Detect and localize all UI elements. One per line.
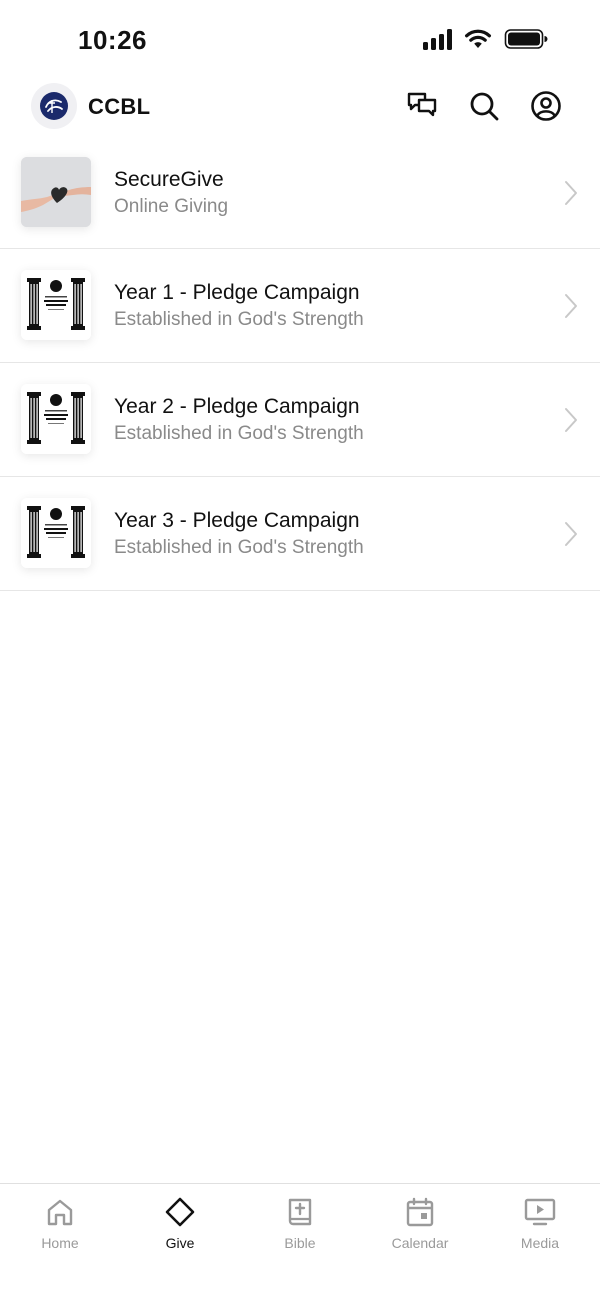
chevron-right-icon — [565, 181, 577, 205]
diamond-icon — [164, 1196, 196, 1228]
chat-button[interactable] — [406, 90, 438, 122]
bible-icon — [284, 1196, 316, 1228]
app-title: CCBL — [88, 94, 151, 119]
ccbl-logo — [31, 83, 77, 129]
app-header: CCBL — [0, 80, 600, 136]
search-button[interactable] — [468, 90, 500, 122]
account-icon — [531, 91, 561, 121]
item-subtitle: Online Giving — [114, 196, 229, 217]
securegive-thumbnail — [21, 157, 91, 227]
item-title: SecureGive — [114, 168, 224, 191]
wifi-icon — [465, 29, 491, 48]
list-item[interactable]: Year 2 - Pledge Campaign Established in … — [0, 363, 600, 477]
tab-label: Calendar — [391, 1235, 449, 1251]
tab-home[interactable]: Home — [0, 1184, 120, 1300]
item-title: Year 3 - Pledge Campaign — [114, 509, 360, 532]
tab-give[interactable]: Give — [120, 1184, 240, 1300]
chevron-right-icon — [565, 408, 577, 432]
pledge-campaign-thumbnail — [21, 384, 91, 454]
tab-media[interactable]: Media — [480, 1184, 600, 1300]
chat-bubbles-icon — [407, 92, 437, 117]
home-icon — [44, 1196, 76, 1228]
list-item[interactable]: Year 3 - Pledge Campaign Established in … — [0, 477, 600, 591]
search-icon — [470, 92, 499, 121]
tab-label: Give — [165, 1235, 195, 1251]
chevron-right-icon — [565, 294, 577, 318]
tab-label: Home — [41, 1235, 79, 1251]
item-title: Year 1 - Pledge Campaign — [114, 281, 360, 304]
tab-label: Bible — [284, 1235, 316, 1251]
tab-bar: Home Give Bible Calendar Media — [0, 1183, 600, 1300]
pledge-campaign-thumbnail — [21, 270, 91, 340]
pledge-campaign-thumbnail — [21, 498, 91, 568]
item-subtitle: Established in God's Strength — [114, 309, 364, 330]
tab-bible[interactable]: Bible — [240, 1184, 360, 1300]
chevron-right-icon — [565, 522, 577, 546]
status-icons — [423, 28, 548, 50]
battery-icon — [504, 29, 548, 49]
media-icon — [524, 1196, 556, 1228]
item-subtitle: Established in God's Strength — [114, 423, 364, 444]
account-button[interactable] — [530, 90, 562, 122]
status-time: 10:26 — [78, 25, 147, 55]
list-item[interactable]: SecureGive Online Giving — [0, 136, 600, 249]
status-bar: 10:26 — [0, 0, 600, 80]
list-item[interactable]: Year 1 - Pledge Campaign Established in … — [0, 249, 600, 363]
cellular-signal-icon — [423, 28, 452, 50]
calendar-icon — [404, 1196, 436, 1228]
tab-label: Media — [520, 1235, 560, 1251]
app-screen: 10:26 CCBL SecureGive Online Giving Year… — [0, 0, 600, 1300]
item-subtitle: Established in God's Strength — [114, 537, 364, 558]
item-title: Year 2 - Pledge Campaign — [114, 395, 360, 418]
tab-calendar[interactable]: Calendar — [360, 1184, 480, 1300]
header-actions — [406, 90, 562, 122]
give-list: SecureGive Online Giving Year 1 - Pledge… — [0, 136, 600, 591]
